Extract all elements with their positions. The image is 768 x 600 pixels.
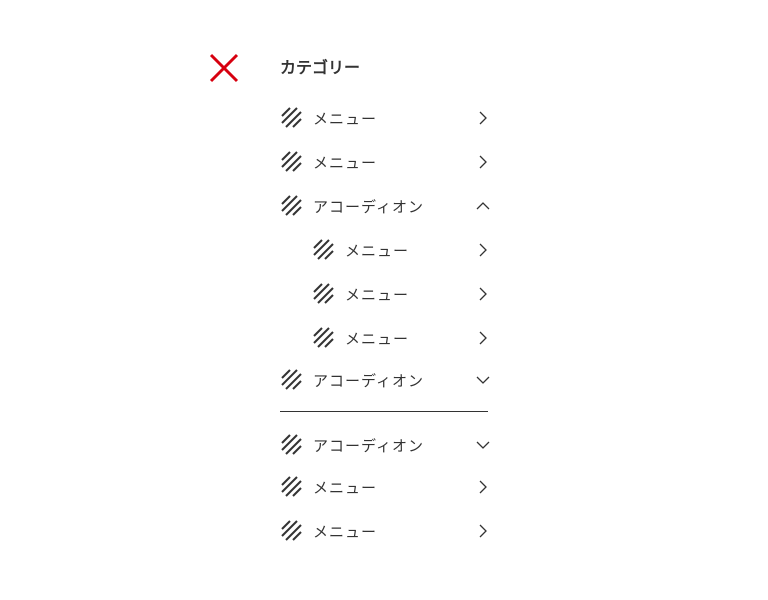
- submenu-item[interactable]: メニュー: [280, 272, 492, 316]
- hatch-icon: [281, 107, 303, 129]
- accordion-toggle-collapsed[interactable]: アコーディオン: [280, 360, 492, 400]
- hatch-icon: [281, 520, 303, 542]
- divider: [280, 411, 488, 412]
- hatch-icon: [281, 369, 303, 391]
- chevron-right-icon: [476, 480, 490, 494]
- hatch-icon: [281, 476, 303, 498]
- chevron-right-icon: [476, 155, 490, 169]
- hatch-icon: [281, 434, 303, 456]
- nav-title: カテゴリー: [280, 58, 361, 77]
- submenu-item[interactable]: メニュー: [280, 316, 492, 360]
- menu-item[interactable]: メニュー: [280, 465, 492, 509]
- chevron-up-icon: [476, 199, 490, 213]
- chevron-down-icon: [476, 373, 490, 387]
- chevron-right-icon: [476, 287, 490, 301]
- accordion-label: アコーディオン: [313, 371, 424, 390]
- menu-item-label: メニュー: [313, 153, 378, 172]
- menu-item-label: メニュー: [313, 478, 378, 497]
- nav-group-2: アコーディオン メニュー メニュー: [280, 425, 492, 553]
- chevron-right-icon: [476, 331, 490, 345]
- category-nav: カテゴリー メニュー メニュー アコーディオン メニュー メニュー メニュー ア…: [280, 54, 492, 553]
- hatch-icon: [281, 195, 303, 217]
- menu-item-label: メニュー: [313, 109, 378, 128]
- chevron-right-icon: [476, 524, 490, 538]
- chevron-right-icon: [476, 111, 490, 125]
- nav-group-1: メニュー メニュー アコーディオン メニュー メニュー メニュー アコーディオン: [280, 96, 492, 400]
- hatch-icon: [313, 327, 335, 349]
- submenu-item-label: メニュー: [345, 241, 410, 260]
- submenu-item-label: メニュー: [345, 285, 410, 304]
- menu-item[interactable]: メニュー: [280, 509, 492, 553]
- hatch-icon: [313, 239, 335, 261]
- chevron-down-icon: [476, 438, 490, 452]
- category-menu-page: カテゴリー メニュー メニュー アコーディオン メニュー メニュー メニュー ア…: [0, 0, 768, 600]
- menu-item[interactable]: メニュー: [280, 96, 492, 140]
- hatch-icon: [281, 151, 303, 173]
- hatch-icon: [313, 283, 335, 305]
- submenu-item[interactable]: メニュー: [280, 228, 492, 272]
- close-button[interactable]: [208, 52, 240, 84]
- accordion-label: アコーディオン: [313, 197, 424, 216]
- menu-item-label: メニュー: [313, 522, 378, 541]
- accordion-label: アコーディオン: [313, 436, 424, 455]
- accordion-toggle-expanded[interactable]: アコーディオン: [280, 184, 492, 228]
- close-icon: [209, 53, 239, 83]
- chevron-right-icon: [476, 243, 490, 257]
- menu-item[interactable]: メニュー: [280, 140, 492, 184]
- accordion-toggle-collapsed[interactable]: アコーディオン: [280, 425, 492, 465]
- submenu-item-label: メニュー: [345, 329, 410, 348]
